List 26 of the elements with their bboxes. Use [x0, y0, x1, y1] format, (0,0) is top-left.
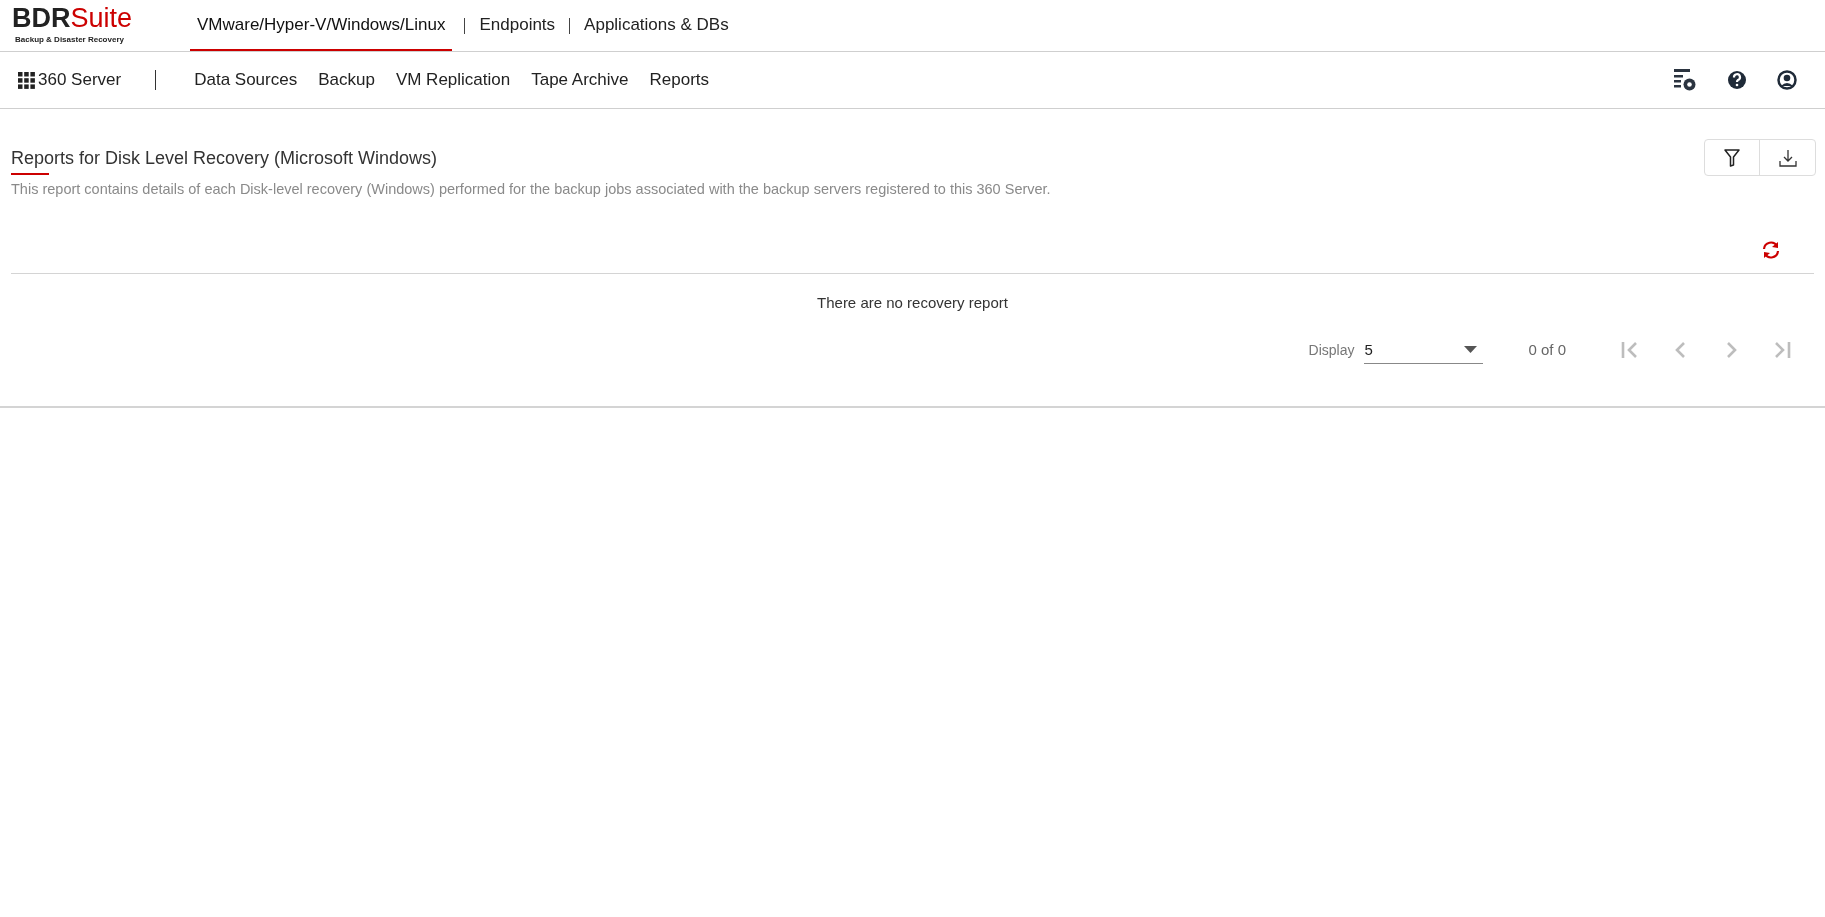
product-tab[interactable]: Endpoints — [477, 0, 558, 51]
page-range: 0 of 0 — [1528, 340, 1566, 360]
caret-icon — [1464, 346, 1478, 354]
nav-link[interactable]: Backup — [318, 67, 375, 93]
product-tab[interactable]: VMware/Hyper-V/Windows/Linux — [190, 0, 453, 51]
report-description: This report contains details of each Disk-level recovery (Windows) performed for the backup jobs associated with the backup servers registered to this 360 Server. — [11, 180, 1051, 199]
nav-link[interactable]: Data Sources — [194, 67, 298, 93]
user-icon[interactable] — [1777, 70, 1797, 90]
empty-message: There are no recovery report — [817, 292, 1008, 313]
logo-tagline: Backup & Disaster Recovery — [14, 34, 125, 46]
refresh-icon[interactable] — [1761, 240, 1781, 259]
home-menu[interactable]: 360 Server — [18, 67, 122, 93]
download-icon — [1778, 148, 1797, 167]
nav-link[interactable]: Reports — [649, 67, 710, 93]
logo-text: BDR — [12, 3, 71, 33]
product-tab[interactable]: Applications & DBs — [582, 0, 731, 51]
grid-icon — [18, 71, 35, 89]
server-settings-icon[interactable] — [1673, 68, 1697, 92]
nav-link[interactable]: VM Replication — [395, 67, 511, 93]
filter-icon — [1724, 148, 1740, 167]
help-icon[interactable] — [1727, 70, 1747, 90]
report-title: Reports for Disk Level Recovery (Microsoft Windows) — [11, 147, 439, 170]
logo-accent-text: Suite — [70, 3, 133, 33]
nav-link[interactable]: Tape Archive — [531, 67, 629, 93]
display-label: Display — [1308, 340, 1355, 360]
page-size-dropdown[interactable]: 5 — [1364, 336, 1484, 365]
